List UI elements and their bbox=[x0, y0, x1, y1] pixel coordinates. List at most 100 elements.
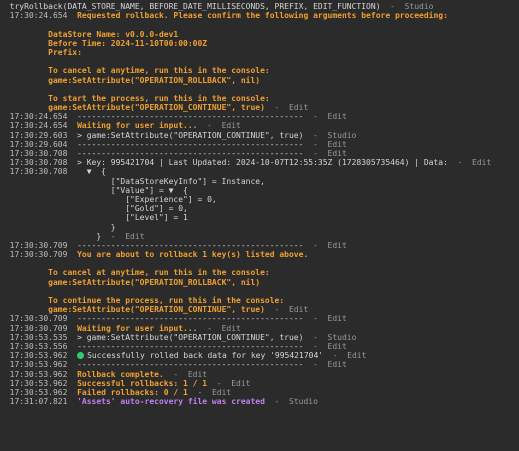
console-line: 17:30:53.962 Successfully rolled back da… bbox=[0, 351, 519, 360]
message-source: - Studio bbox=[264, 397, 318, 407]
message-text: Successful rollbacks: 1 / 1 bbox=[67, 378, 208, 388]
message-source: - Edit bbox=[197, 121, 241, 131]
console-line: game:SetAttribute("OPERATION_ROLLBACK", … bbox=[0, 76, 519, 85]
message-text: game:SetAttribute("OPERATION_CONTINUE", … bbox=[48, 103, 265, 113]
console-line: 17:30:53.556 ---------------------------… bbox=[0, 342, 519, 351]
message-text: ----------------------------------------… bbox=[67, 112, 304, 122]
message-source: - Studio bbox=[380, 2, 434, 11]
console-line: ["Gold"] = 0, bbox=[0, 204, 519, 213]
console-line: DataStore Name: v0.0.0-dev1 bbox=[0, 30, 519, 39]
console-line: To cancel at anytime, run this in the co… bbox=[0, 66, 519, 75]
console-line: ["Level"] = 1 bbox=[0, 213, 519, 222]
timestamp: 17:30:53.556 bbox=[0, 341, 68, 351]
output-console: tryRollback(DATA_STORE_NAME, BEFORE_DATE… bbox=[0, 0, 519, 406]
console-line: 17:30:30.708 > Key: 995421704 | Last Upd… bbox=[0, 158, 519, 167]
message-text: You are about to rollback 1 key(s) liste… bbox=[67, 250, 309, 260]
message-text: > game:SetAttribute("OPERATION_CONTINUE"… bbox=[67, 130, 304, 140]
timestamp: 17:30:29.604 bbox=[0, 139, 68, 149]
timestamp: 17:30:30.709 bbox=[0, 250, 68, 260]
message-text: ["DataStoreKeyInfo"] = Instance, bbox=[110, 176, 265, 186]
console-line: ["Value"] = ▼ { bbox=[0, 186, 519, 195]
message-text: ----------------------------------------… bbox=[67, 240, 304, 250]
timestamp: 17:30:53.962 bbox=[0, 378, 68, 388]
console-line: game:SetAttribute("OPERATION_CONTINUE", … bbox=[0, 103, 519, 112]
message-text: To continue the process, run this in the… bbox=[48, 296, 285, 305]
console-line: 17:30:29.604 ---------------------------… bbox=[0, 140, 519, 149]
timestamp: 17:30:53.962 bbox=[0, 351, 68, 361]
console-line: } - Edit bbox=[0, 232, 519, 241]
console-line: 17:30:30.708 ---------------------------… bbox=[0, 149, 519, 158]
message-source: - Edit bbox=[197, 323, 241, 333]
console-line: 17:30:53.962 ---------------------------… bbox=[0, 360, 519, 369]
console-line: ["DataStoreKeyInfo"] = Instance, bbox=[0, 177, 519, 186]
message-text: ----------------------------------------… bbox=[67, 341, 304, 351]
message-text: ----------------------------------------… bbox=[67, 314, 304, 324]
timestamp: 17:30:53.962 bbox=[0, 369, 68, 379]
message-text: Waiting for user input... bbox=[67, 121, 198, 131]
console-line: 17:30:30.709 ---------------------------… bbox=[0, 241, 519, 250]
message-source: - Edit bbox=[303, 149, 347, 158]
timestamp: 17:30:30.708 bbox=[0, 167, 68, 177]
timestamp: 17:31:07.821 bbox=[0, 397, 68, 407]
message-text: ["Value"] = ▼ { bbox=[110, 185, 188, 195]
message-text: DataStore Name: v0.0.0-dev1 bbox=[48, 29, 179, 39]
console-line: To cancel at anytime, run this in the co… bbox=[0, 268, 519, 277]
message-text: ----------------------------------------… bbox=[67, 149, 304, 158]
message-source: - Edit bbox=[207, 378, 251, 388]
message-text: Before Time: 2024-11-10T00:00:00Z bbox=[48, 38, 208, 48]
message-text: Successfully rolled back data for key '9… bbox=[87, 351, 324, 361]
message-source: - Edit bbox=[264, 103, 309, 113]
message-text: ["Level"] = 1 bbox=[125, 213, 188, 223]
message-text: Rollback complete. bbox=[67, 369, 164, 379]
timestamp: 17:30:24.654 bbox=[0, 11, 68, 21]
message-text: ▼ { bbox=[67, 167, 106, 177]
console-line: To continue the process, run this in the… bbox=[0, 296, 519, 305]
message-text: Requested rollback. Please confirm the f… bbox=[67, 11, 448, 21]
message-text: ["Experience"] = 0, bbox=[125, 194, 217, 204]
console-line: 17:30:30.708 ▼ { bbox=[0, 167, 519, 176]
message-source: - Edit bbox=[303, 240, 347, 250]
console-line: ["Experience"] = 0, bbox=[0, 195, 519, 204]
console-line: 17:31:07.821 'Assets' auto-recovery file… bbox=[0, 397, 519, 406]
message-text: Failed rollbacks: 0 / 1 bbox=[67, 387, 188, 397]
message-text: } bbox=[110, 222, 116, 232]
message-text: Waiting for user input... bbox=[67, 323, 198, 333]
timestamp: 17:30:30.708 bbox=[0, 158, 68, 168]
timestamp: 17:30:29.603 bbox=[0, 130, 68, 140]
message-text: 'Assets' auto-recovery file was created bbox=[67, 397, 265, 407]
timestamp: 17:30:30.708 bbox=[0, 149, 68, 158]
console-line: 17:30:30.709 Waiting for user input... -… bbox=[0, 324, 519, 333]
message-source: - Edit bbox=[323, 351, 367, 361]
message-text: ----------------------------------------… bbox=[67, 360, 304, 370]
message-source: - Edit bbox=[303, 341, 347, 351]
console-line: To start the process, run this in the co… bbox=[0, 94, 519, 103]
timestamp: 17:30:30.709 bbox=[0, 240, 68, 250]
message-text: ----------------------------------------… bbox=[67, 139, 304, 149]
message-text: Prefix: bbox=[48, 47, 82, 57]
console-line: 17:30:53.962 Successful rollbacks: 1 / 1… bbox=[0, 379, 519, 388]
timestamp: 17:30:24.654 bbox=[0, 121, 68, 131]
console-line: 17:30:53.962 Rollback complete. - Edit bbox=[0, 370, 519, 379]
message-text: tryRollback(DATA_STORE_NAME, BEFORE_DATE… bbox=[9, 2, 381, 11]
timestamp: 17:30:53.535 bbox=[0, 332, 68, 342]
console-line: game:SetAttribute("OPERATION_CONTINUE", … bbox=[0, 305, 519, 314]
console-line: game:SetAttribute("OPERATION_ROLLBACK", … bbox=[0, 278, 519, 287]
console-line: 17:30:30.709 You are about to rollback 1… bbox=[0, 250, 519, 259]
timestamp: 17:30:53.962 bbox=[0, 387, 68, 397]
console-line: 17:30:53.962 Failed rollbacks: 0 / 1 - E… bbox=[0, 388, 519, 397]
